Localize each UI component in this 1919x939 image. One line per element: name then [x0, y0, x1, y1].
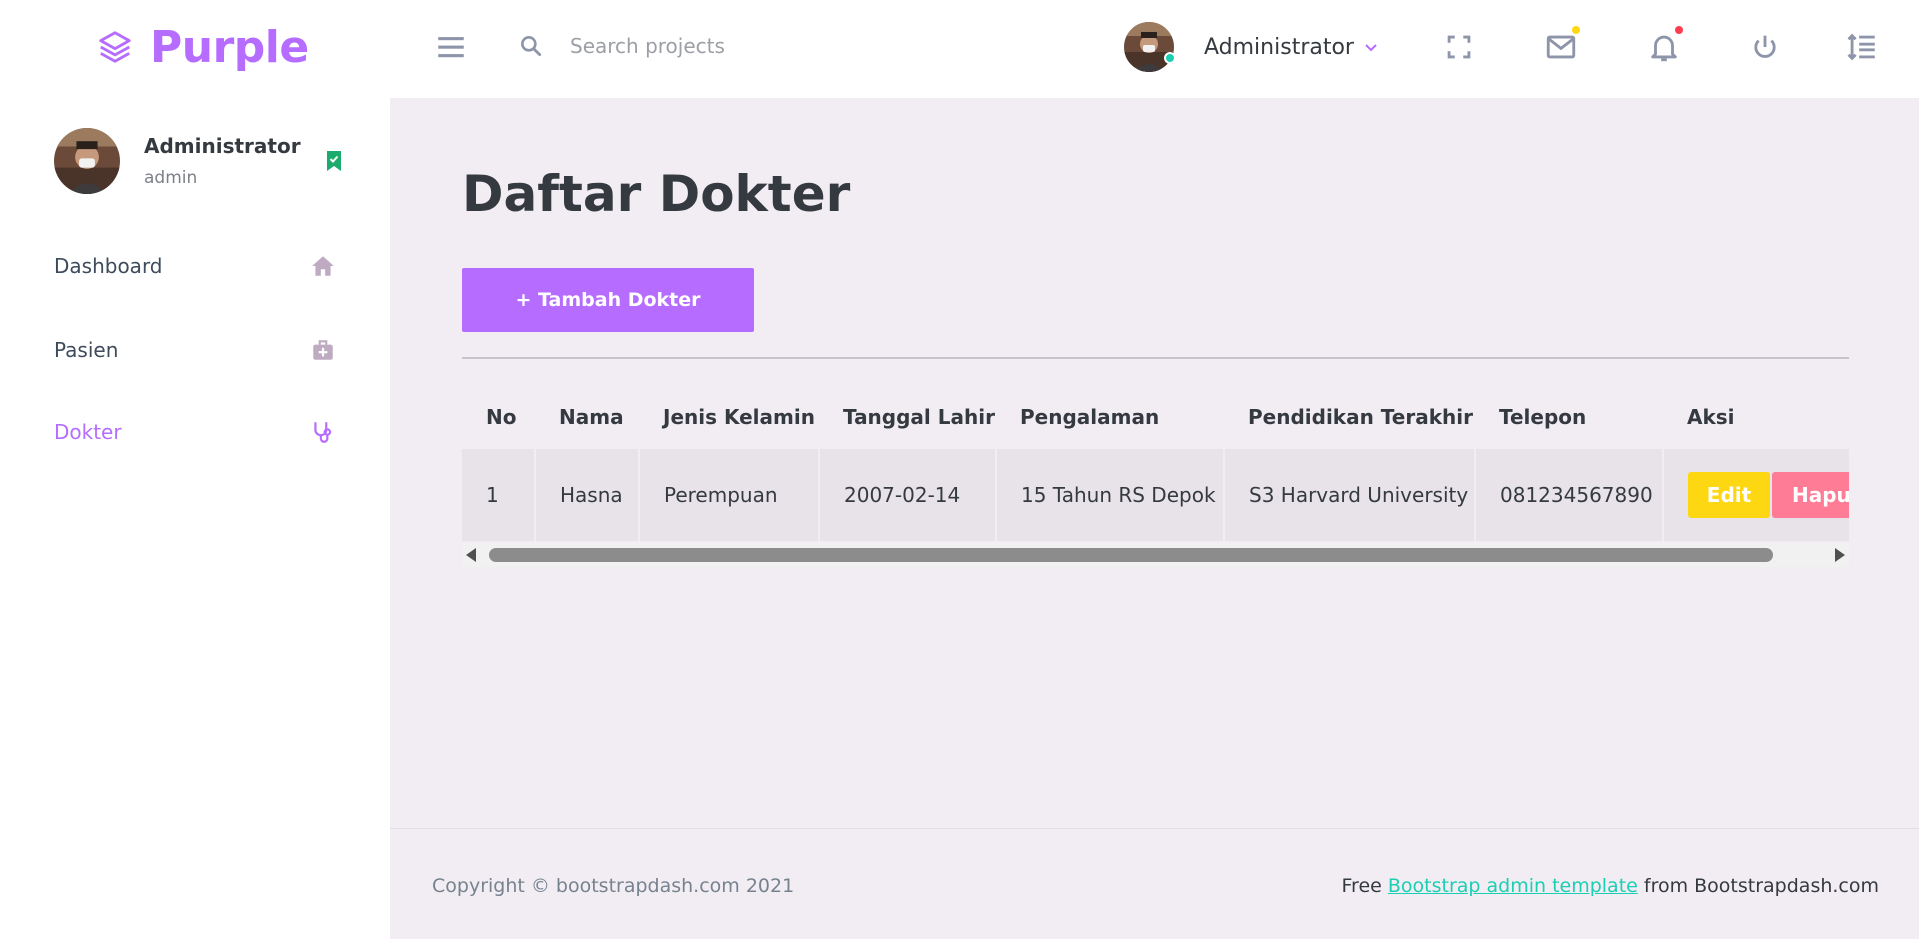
delete-button[interactable]: Hapus	[1772, 472, 1849, 518]
sidebar-profile[interactable]: Administrator admin	[54, 128, 344, 194]
column-header-pengalaman: Pengalaman	[1020, 405, 1160, 429]
bell-notification-dot	[1675, 26, 1683, 34]
cell-no: 1	[462, 449, 536, 541]
divider	[462, 357, 1849, 359]
avatar	[54, 128, 120, 194]
cell-aksi: EditHapus	[1663, 449, 1849, 541]
brand-name: Purple	[150, 21, 309, 73]
online-status-dot	[1164, 52, 1176, 64]
avatar	[1124, 22, 1176, 72]
footer-suffix-text: from Bootstrapdash.com	[1637, 875, 1879, 897]
cell-telepon: 081234567890	[1475, 449, 1664, 541]
footer-copyright: Copyright © bootstrapdash.com 2021	[432, 875, 795, 897]
column-header-pendidikan: Pendidikan Terakhir	[1248, 405, 1473, 429]
mail-icon	[1546, 35, 1576, 59]
bootstrap-template-link[interactable]: Bootstrap admin template	[1388, 875, 1638, 897]
search-icon	[521, 36, 542, 57]
fullscreen-icon[interactable]	[1442, 30, 1476, 64]
brand-logo[interactable]: Purple	[96, 20, 309, 74]
cell-pengalaman: 15 Tahun RS Depok	[996, 449, 1225, 541]
sidebar: Administrator admin Dashboard Pasien Dok…	[0, 98, 390, 939]
cell-pendidikan: S3 Harvard University	[1224, 449, 1476, 541]
column-header-tanggal-lahir: Tanggal Lahir	[843, 405, 995, 429]
stethoscope-icon	[314, 422, 332, 443]
doctor-table: No Nama Jenis Kelamin Tanggal Lahir Peng…	[462, 385, 1849, 541]
home-icon	[312, 256, 334, 276]
footer-credit: Free Bootstrap admin template from Boots…	[1342, 875, 1880, 897]
doctor-table-container: No Nama Jenis Kelamin Tanggal Lahir Peng…	[462, 385, 1849, 565]
scrollbar-thumb[interactable]	[489, 548, 1773, 562]
column-header-aksi: Aksi	[1687, 405, 1735, 429]
cell-jenis-kelamin: Perempuan	[639, 449, 820, 541]
footer-free-text: Free	[1341, 875, 1388, 897]
cell-tanggal-lahir: 2007-02-14	[819, 449, 997, 541]
bell-icon	[1651, 35, 1677, 62]
table-header-row: No Nama Jenis Kelamin Tanggal Lahir Peng…	[462, 385, 1849, 449]
settings-panel-icon[interactable]	[1845, 30, 1879, 64]
profile-dropdown[interactable]: Administrator	[1124, 20, 1378, 74]
scroll-right-arrow-icon[interactable]	[1835, 548, 1845, 562]
layers-icon	[99, 31, 131, 63]
chevron-down-icon	[1365, 44, 1377, 52]
sidebar-user-name: Administrator	[144, 134, 301, 158]
notifications-button[interactable]	[1647, 26, 1683, 64]
mail-notification-dot	[1572, 26, 1580, 34]
medical-bag-icon	[313, 340, 333, 360]
table-row: 1 Hasna Perempuan 2007-02-14 15 Tahun RS…	[462, 449, 1849, 541]
profile-name: Administrator	[1204, 34, 1354, 60]
column-header-telepon: Telepon	[1499, 405, 1587, 429]
sidebar-item-label: Dokter	[54, 420, 122, 444]
sidebar-item-label: Pasien	[54, 338, 119, 362]
horizontal-scrollbar[interactable]	[462, 543, 1849, 567]
hamburger-menu-icon[interactable]	[434, 30, 468, 64]
footer: Copyright © bootstrapdash.com 2021 Free …	[390, 828, 1919, 939]
cell-nama: Hasna	[535, 449, 640, 541]
column-header-no: No	[486, 405, 517, 429]
add-doctor-button[interactable]: + Tambah Dokter	[462, 268, 754, 332]
scroll-left-arrow-icon[interactable]	[466, 548, 476, 562]
sidebar-item-pasien[interactable]: Pasien	[54, 330, 336, 370]
sidebar-item-label: Dashboard	[54, 254, 163, 278]
bookmark-check-icon	[327, 151, 341, 171]
edit-button[interactable]: Edit	[1688, 472, 1770, 518]
top-navbar: Purple Admin	[0, 0, 1919, 98]
sidebar-user-role: admin	[144, 168, 198, 188]
sidebar-item-dashboard[interactable]: Dashboard	[54, 246, 336, 286]
sidebar-item-dokter[interactable]: Dokter	[54, 412, 336, 452]
power-icon[interactable]	[1748, 30, 1782, 64]
page-title: Daftar Dokter	[462, 165, 851, 223]
mail-button[interactable]	[1544, 26, 1580, 64]
column-header-jenis-kelamin: Jenis Kelamin	[663, 405, 815, 429]
search-input[interactable]	[570, 26, 990, 66]
column-header-nama: Nama	[559, 405, 624, 429]
